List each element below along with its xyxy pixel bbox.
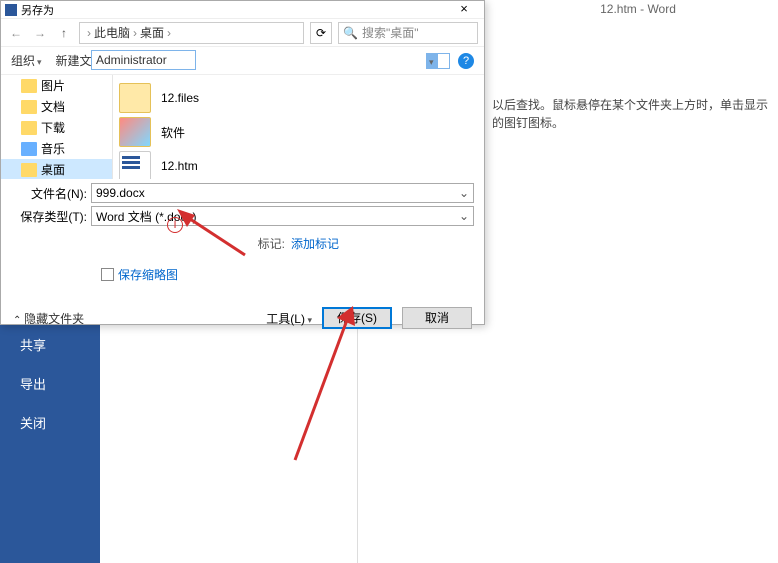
- backstage-close[interactable]: 关闭: [0, 403, 100, 442]
- dialog-footer: 隐藏文件夹 工具(L) 保存(S) 取消: [1, 289, 484, 337]
- file-browser: 图片 文档 下载 音乐 桌面 Win10 (C:) 12.files 软件 12…: [1, 75, 484, 179]
- refresh-button[interactable]: ⟳: [310, 22, 332, 44]
- cancel-button[interactable]: 取消: [402, 307, 472, 329]
- folder-icon: [21, 163, 37, 177]
- document-icon: [119, 151, 151, 179]
- add-tags-link[interactable]: 添加标记: [291, 235, 339, 252]
- breadcrumb-seg[interactable]: 桌面: [140, 24, 164, 41]
- admin-field[interactable]: Administrator: [91, 50, 196, 70]
- tree-item[interactable]: 图片: [1, 75, 112, 96]
- file-item[interactable]: 12.files: [119, 81, 478, 115]
- forward-button[interactable]: →: [31, 24, 49, 42]
- tools-menu[interactable]: 工具(L): [266, 310, 312, 327]
- tree-item[interactable]: 文档: [1, 96, 112, 117]
- save-as-dialog: 另存为 × ← → ↑ › 此电脑 › 桌面 › ⟳ 🔍 搜索"桌面" 组织 新…: [0, 0, 485, 325]
- folder-icon: [21, 100, 37, 114]
- divider: [357, 325, 358, 563]
- toolbar: 组织 新建文件夹 Administrator ?: [1, 47, 484, 75]
- folder-icon: [119, 117, 151, 147]
- file-item[interactable]: 软件: [119, 115, 478, 149]
- breadcrumb[interactable]: › 此电脑 › 桌面 ›: [79, 22, 304, 44]
- save-thumbnail-label[interactable]: 保存缩略图: [118, 266, 178, 283]
- backstage-export[interactable]: 导出: [0, 364, 100, 403]
- save-form: 文件名(N): 999.docx 保存类型(T): Word 文档 (*.doc…: [1, 179, 484, 289]
- file-item[interactable]: 12.htm: [119, 149, 478, 179]
- organize-menu[interactable]: 组织: [11, 52, 42, 69]
- annotation-cursor-icon: I: [167, 217, 183, 233]
- tree-item[interactable]: 下载: [1, 117, 112, 138]
- filename-input[interactable]: 999.docx: [91, 183, 474, 203]
- search-placeholder: 搜索"桌面": [362, 24, 419, 41]
- music-icon: [21, 142, 37, 156]
- tree-item-selected[interactable]: 桌面: [1, 159, 112, 179]
- save-button[interactable]: 保存(S): [322, 307, 392, 329]
- search-input[interactable]: 🔍 搜索"桌面": [338, 22, 478, 44]
- hint-text: 以后查找。鼠标悬停在某个文件夹上方时，单击显示的图钉图标。: [492, 96, 772, 132]
- folder-icon: [119, 83, 151, 113]
- filename-label: 文件名(N):: [11, 185, 91, 202]
- app-icon: [5, 4, 17, 16]
- dialog-title: 另存为: [21, 2, 448, 18]
- file-list[interactable]: 12.files 软件 12.htm: [113, 75, 484, 179]
- filetype-dropdown[interactable]: Word 文档 (*.docx): [91, 206, 474, 226]
- nav-bar: ← → ↑ › 此电脑 › 桌面 › ⟳ 🔍 搜索"桌面": [1, 19, 484, 47]
- app-title: 12.htm - Word: [498, 0, 778, 18]
- search-icon: 🔍: [343, 26, 358, 40]
- dialog-titlebar: 另存为 ×: [1, 1, 484, 19]
- folder-icon: [21, 79, 37, 93]
- save-thumbnail-checkbox[interactable]: [101, 268, 114, 281]
- tags-label: 标记:: [11, 235, 291, 252]
- breadcrumb-seg[interactable]: 此电脑: [94, 24, 130, 41]
- folder-tree[interactable]: 图片 文档 下载 音乐 桌面 Win10 (C:): [1, 75, 113, 179]
- hide-folders-toggle[interactable]: 隐藏文件夹: [13, 310, 84, 327]
- close-button[interactable]: ×: [448, 2, 480, 18]
- help-icon[interactable]: ?: [458, 53, 474, 69]
- folder-icon: [21, 121, 37, 135]
- view-toggle[interactable]: [426, 53, 450, 69]
- back-button[interactable]: ←: [7, 24, 25, 42]
- tree-item[interactable]: 音乐: [1, 138, 112, 159]
- filetype-label: 保存类型(T):: [11, 208, 91, 225]
- up-button[interactable]: ↑: [55, 24, 73, 42]
